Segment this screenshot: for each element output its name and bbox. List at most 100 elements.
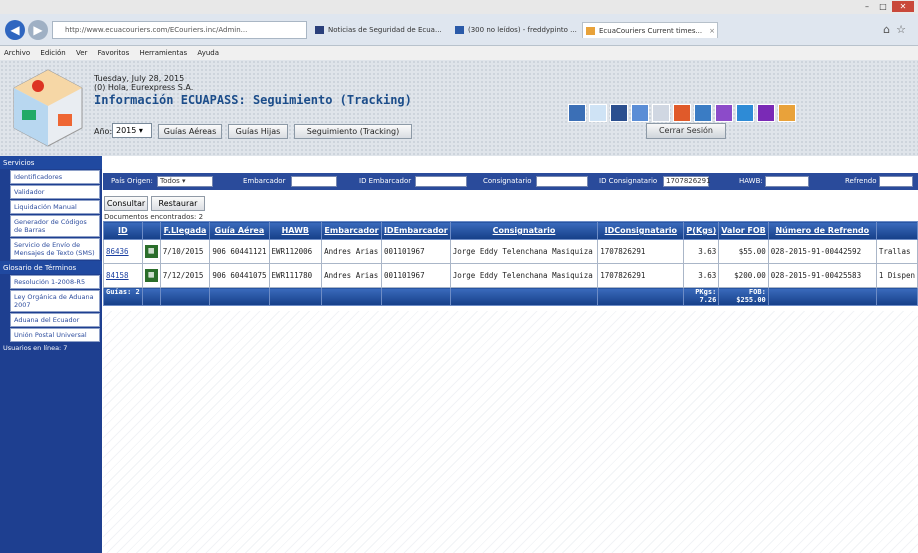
plane-icon[interactable] [631,104,649,122]
row-fob: $200.00 [718,263,769,288]
favorites-star-icon[interactable]: ☆ [896,23,912,36]
col-embarcador[interactable]: Embarcador [321,221,382,240]
table-row: 86436 ▦ 7/10/2015 906 60441121 EWR112006… [103,239,918,264]
col-id[interactable]: ID [103,221,143,240]
ecuapass-icon[interactable] [568,104,586,122]
guias-hijas-button[interactable]: Guías Hijas [228,124,288,139]
col-hawb[interactable]: HAWB [268,221,323,240]
back-button[interactable]: ◀ [5,20,25,40]
tracking-button[interactable]: Seguimiento (Tracking) [294,124,412,139]
row-id-link[interactable]: 86436 [106,247,129,256]
row-id-link[interactable]: 84158 [106,271,129,280]
col-fecha[interactable]: F.Llegada [159,221,211,240]
sidebar-item-validador[interactable]: Validador [10,185,100,199]
col-extra [875,221,918,240]
tab-ecuacouriers[interactable]: EcuaCouriers Current times... × [582,22,718,38]
consignatario-input[interactable] [536,176,588,187]
footer-empty [875,287,918,306]
url-text: http://www.ecuacouriers.com/ECouriers.in… [65,26,248,34]
sidebar: Servicios Identificadores Validador Liqu… [0,156,102,553]
refrendo-input[interactable] [879,176,913,187]
col-consignatario[interactable]: Consignatario [449,221,599,240]
hawb-input[interactable] [765,176,809,187]
sidebar-item-ley-aduana[interactable]: Ley Orgánica de Aduana 2007 [10,290,100,312]
menu-archivo[interactable]: Archivo [4,49,30,57]
menu-ayuda[interactable]: Ayuda [197,49,219,57]
row-hawb: EWR112006 [268,239,323,264]
document-icon[interactable] [589,104,607,122]
close-window-button[interactable]: ✕ [892,1,914,12]
footer-empty [321,287,382,306]
menu-herramientas[interactable]: Herramientas [139,49,187,57]
footer-pkgs: PKgs: 7.26 [683,287,720,306]
tab-label: (300 no leídos) - freddypinto ... [468,26,577,34]
close-tab-icon[interactable]: × [709,23,715,38]
windows-icon[interactable] [736,104,754,122]
maximize-button[interactable]: □ [876,1,890,12]
id-consignatario-label: ID Consignatario [599,177,658,185]
col-guia[interactable]: Guía Aérea [209,221,270,240]
tracking-table: ID F.Llegada Guía Aérea HAWB Embarcador … [103,221,918,306]
id-consignatario-input[interactable]: 1707826291 [663,176,711,187]
minimize-button[interactable]: – [860,1,874,12]
google-icon[interactable] [778,104,796,122]
sidebar-section-servicios: Servicios [0,156,102,169]
tab-noticias[interactable]: Noticias de Seguridad de Ecua... [312,22,450,38]
restaurar-button[interactable]: Restaurar [151,196,205,211]
tab-mail[interactable]: (300 no leídos) - freddypinto ... [452,22,578,38]
col-fob[interactable]: Valor FOB [718,221,769,240]
url-field[interactable]: http://www.ecuacouriers.com/ECouriers.in… [52,21,307,39]
id-embarcador-input[interactable] [415,176,467,187]
table-row: 84158 ▦ 7/12/2015 906 60441075 EWR111780… [103,263,918,288]
yahoo-icon[interactable] [757,104,775,122]
footer-empty [597,287,685,306]
browser-address-bar: ◀ ▶ http://www.ecuacouriers.com/ECourier… [0,14,918,46]
col-id-consignatario[interactable]: IDConsignatario [597,221,685,240]
table-footer-row: Guías: 2 PKgs: 7.26 FOB: $255.00 [103,287,918,306]
row-id-consignatario: 1707826291 [597,239,685,264]
row-icon-cell: ▦ [141,263,161,288]
menu-ver[interactable]: Ver [76,49,87,57]
sri-icon[interactable] [652,104,670,122]
row-guia: 906 60441075 [209,263,270,288]
sidebar-item-upu[interactable]: Unión Postal Universal [10,328,100,342]
users-online: Usuarios en línea: 7 [3,344,68,352]
row-icon-cell: ▦ [141,239,161,264]
col-peso[interactable]: P(Kgs) [683,221,720,240]
embarcador-label: Embarcador [243,177,286,185]
calculator-icon[interactable]: ▦ [144,245,158,258]
sidebar-item-sms[interactable]: Servicio de Envío de Mensajes de Texto (… [10,238,100,260]
graph-icon[interactable] [694,104,712,122]
consultar-button[interactable]: Consultar [104,196,148,211]
row-peso: 3.63 [683,239,720,264]
filter-bar: País Origen: Todos ▾ Embarcador ID Embar… [103,173,918,190]
calculator-icon[interactable]: ▦ [144,269,158,282]
site-icon [586,27,595,35]
id-embarcador-label: ID Embarcador [359,177,412,185]
row-hawb: EWR111780 [268,263,323,288]
menu-edicion[interactable]: Edición [40,49,65,57]
guias-aereas-button[interactable]: Guías Aéreas [158,124,222,139]
font-icon[interactable] [715,104,733,122]
year-select[interactable]: 2015 ▾ [112,123,152,138]
sidebar-item-resolucion[interactable]: Resolución 1-2008-R5 [10,275,100,289]
forward-button[interactable]: ▶ [28,20,48,40]
home-icon[interactable]: ⌂ [883,23,896,36]
row-refrendo: 028-2015-91-00442592 [767,239,877,264]
sidebar-item-aduana[interactable]: Aduana del Ecuador [10,313,100,327]
row-fecha: 7/12/2015 [159,263,211,288]
page-title: Información ECUAPASS: Seguimiento (Track… [94,93,412,107]
logout-button[interactable]: Cerrar Sesión [646,123,726,139]
col-id-embarcador[interactable]: IDEmbarcador [380,221,451,240]
sidebar-item-identificadores[interactable]: Identificadores [10,170,100,184]
embarcador-input[interactable] [291,176,337,187]
customs-icon[interactable] [610,104,628,122]
pais-select[interactable]: Todos ▾ [157,176,213,187]
page-header: Tuesday, July 28, 2015 (0) Hola, Eurexpr… [0,60,918,156]
sidebar-item-liquidacion[interactable]: Liquidación Manual [10,200,100,214]
sidebar-item-barcode[interactable]: Generador de Códigos de Barras [10,215,100,237]
table-header-row: ID F.Llegada Guía Aérea HAWB Embarcador … [103,221,918,240]
menu-favoritos[interactable]: Favoritos [98,49,130,57]
chart-icon[interactable] [673,104,691,122]
col-refrendo[interactable]: Número de Refrendo [767,221,877,240]
